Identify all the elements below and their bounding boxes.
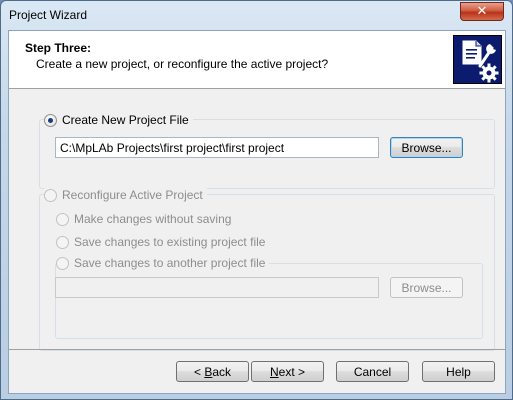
browse-another-button[interactable]: Browse... [390, 277, 463, 298]
next-mnemonic: N [269, 364, 279, 379]
make-changes-radio[interactable]: Make changes without saving [56, 212, 236, 226]
browse-button[interactable]: Browse... [390, 137, 463, 158]
document-wrench-gear-icon [453, 35, 502, 84]
another-project-path-input[interactable] [55, 277, 379, 298]
save-another-group [55, 263, 483, 339]
create-new-radio[interactable]: Create New Project File [44, 113, 193, 127]
reconfigure-label: Reconfigure Active Project [62, 188, 203, 202]
create-new-label: Create New Project File [62, 113, 189, 127]
wizard-client-area: Step Three: Create a new project, or rec… [8, 30, 506, 394]
reconfigure-radio[interactable]: Reconfigure Active Project [44, 188, 207, 202]
radio-unchecked-icon[interactable] [56, 235, 69, 249]
save-another-label: Save changes to another project file [74, 256, 266, 270]
wizard-header: Step Three: Create a new project, or rec… [9, 31, 505, 89]
next-button[interactable]: Next > [251, 361, 324, 382]
cancel-button[interactable]: Cancel [336, 361, 409, 382]
step-description: Create a new project, or reconfigure the… [36, 57, 329, 71]
back-mnemonic: B [204, 364, 213, 379]
radio-unchecked-icon[interactable] [56, 256, 69, 270]
save-another-radio[interactable]: Save changes to another project file [56, 256, 270, 270]
window-title: Project Wizard [9, 8, 88, 22]
radio-checked-icon[interactable] [44, 113, 57, 127]
back-rest: ack [212, 364, 232, 379]
wizard-window: Project Wizard ✕ Step Three: Create a ne… [0, 0, 513, 400]
radio-unchecked-icon[interactable] [56, 212, 69, 226]
new-project-path-input[interactable]: C:\MpLAb Projects\first project\first pr… [55, 137, 379, 158]
close-icon: ✕ [476, 4, 488, 19]
make-changes-label: Make changes without saving [74, 212, 232, 226]
save-existing-radio[interactable]: Save changes to existing project file [56, 235, 270, 249]
title-bar[interactable]: Project Wizard ✕ [1, 1, 512, 29]
back-button[interactable]: < Back [176, 361, 249, 382]
close-button[interactable]: ✕ [460, 2, 504, 21]
step-title: Step Three: [25, 41, 92, 55]
next-rest: ext > [278, 364, 306, 379]
radio-unchecked-icon[interactable] [44, 188, 57, 202]
help-button[interactable]: Help [422, 361, 495, 382]
save-existing-label: Save changes to existing project file [74, 235, 266, 249]
back-prefix: < [193, 364, 205, 379]
footer-divider [9, 349, 505, 350]
